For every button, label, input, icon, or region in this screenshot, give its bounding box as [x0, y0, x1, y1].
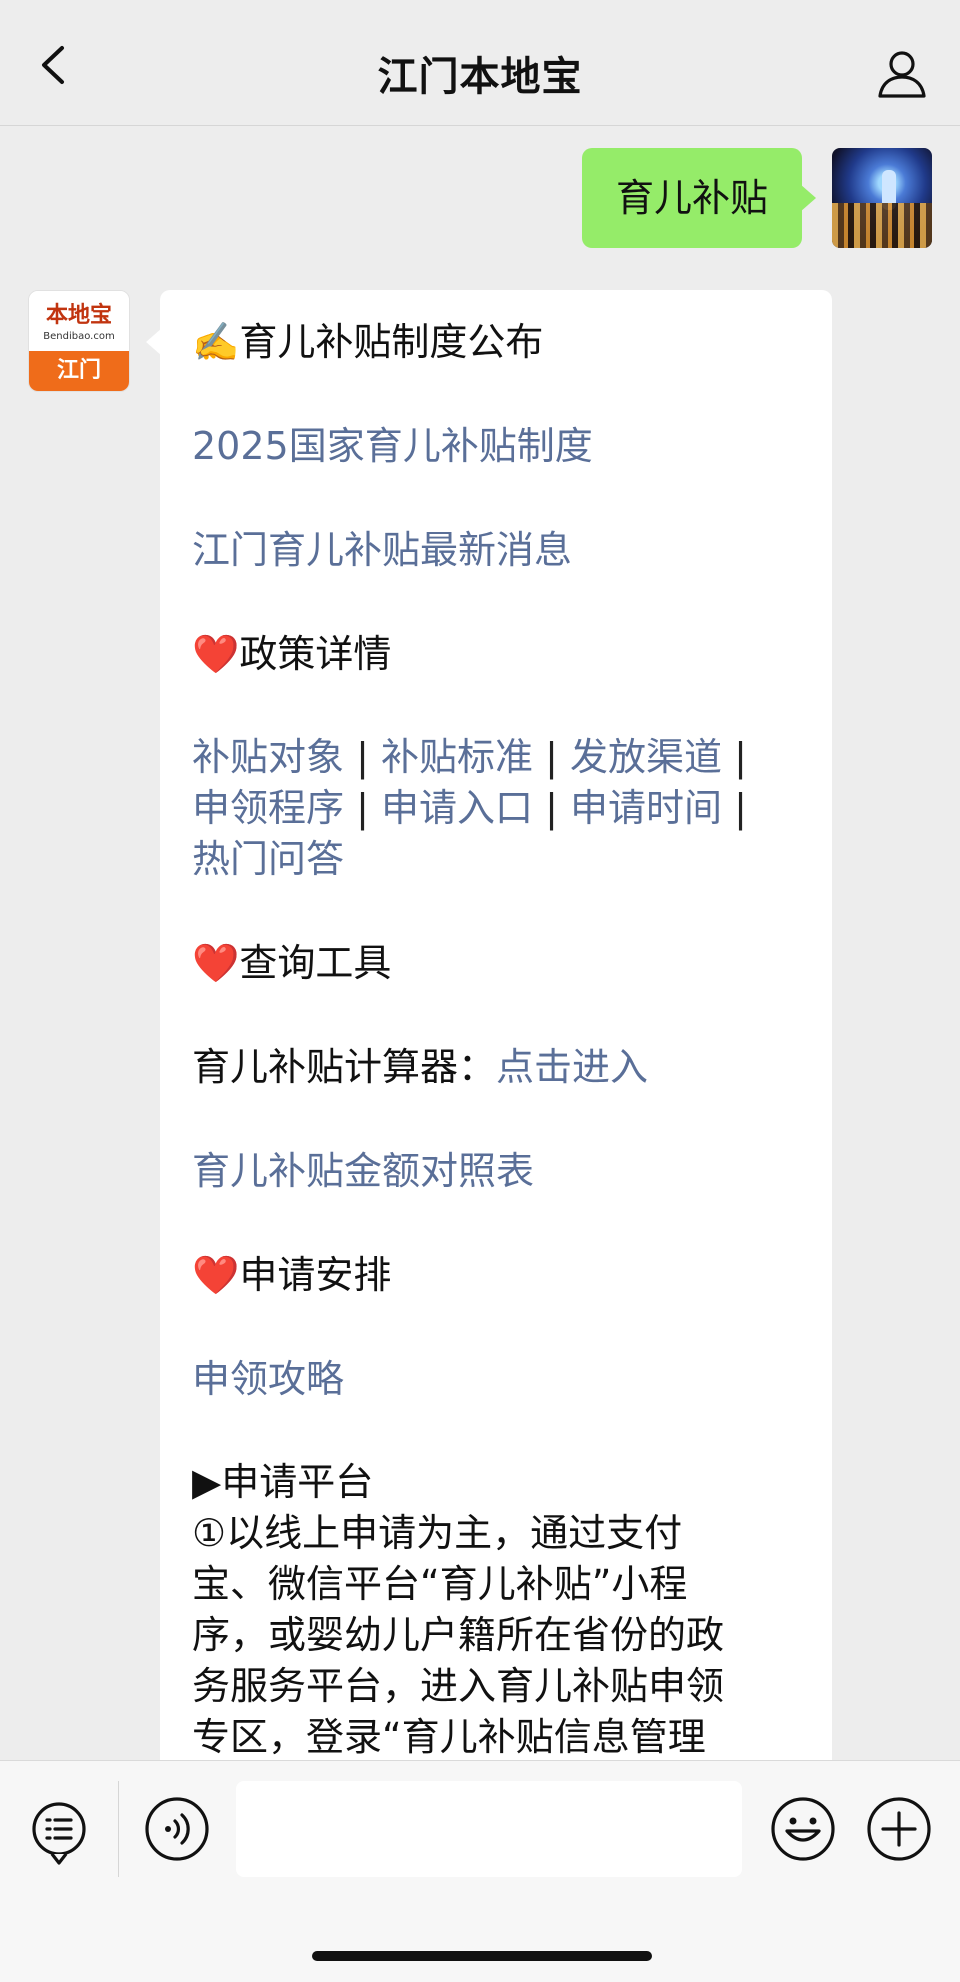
link-application-entry[interactable]: 申请入口	[381, 786, 533, 830]
platform-text-line: 务服务平台，进入育儿补贴申领	[192, 1664, 725, 1708]
received-message-bubble: ✍️育儿补贴制度公布 2025国家育儿补贴制度 江门育儿补贴最新消息 ❤️政策详…	[160, 290, 832, 1790]
separator: |	[734, 786, 747, 830]
avatar-logo-top: 本地宝 Bendibao.com	[29, 291, 129, 353]
separator: |	[356, 735, 369, 779]
link-application-guide[interactable]: 申领攻略	[192, 1353, 802, 1405]
link-subsidy-standard[interactable]: 补贴标准	[381, 735, 533, 779]
heart-icon: ❤️	[192, 632, 240, 676]
platform-heading: ▶申请平台	[192, 1460, 374, 1504]
home-indicator[interactable]	[312, 1951, 652, 1961]
logo-city-text: 江门	[29, 351, 129, 391]
section-query-tools: ❤️查询工具	[192, 937, 802, 989]
logo-main-text: 本地宝	[45, 303, 112, 328]
input-divider	[118, 1781, 119, 1877]
section-application: ❤️申请安排	[192, 1249, 802, 1301]
platform-text-line: ①以线上申请为主，通过支付	[192, 1511, 683, 1555]
chat-header: 江门本地宝	[0, 0, 960, 126]
link-application-procedure[interactable]: 申领程序	[192, 786, 344, 830]
section-title: 申请安排	[239, 1253, 392, 1297]
platform-text-line: 专区，登录“育儿补贴信息管理	[192, 1715, 706, 1759]
section-policy-details: ❤️政策详情	[192, 628, 802, 680]
link-national-policy[interactable]: 2025国家育儿补贴制度	[192, 420, 802, 472]
message-heading: ✍️育儿补贴制度公布	[192, 320, 544, 364]
avatar-crowd	[832, 203, 932, 248]
chat-title: 江门本地宝	[377, 54, 583, 100]
heart-icon: ❤️	[192, 941, 240, 985]
link-local-news[interactable]: 江门育儿补贴最新消息	[192, 524, 802, 576]
logo-sub-text: Bendibao.com	[43, 331, 115, 342]
link-subsidy-target[interactable]: 补贴对象	[192, 735, 344, 779]
person-icon[interactable]	[874, 46, 930, 102]
link-application-time[interactable]: 申请时间	[570, 786, 722, 830]
platform-text-line: 宝、微信平台“育儿补贴”小程	[192, 1562, 688, 1606]
voice-icon[interactable]	[144, 1796, 210, 1862]
link-amount-table[interactable]: 育儿补贴金额对照表	[192, 1145, 802, 1197]
separator: |	[356, 786, 369, 830]
link-faq[interactable]: 热门问答	[192, 837, 344, 881]
separator: |	[734, 735, 747, 779]
bot-avatar[interactable]: 本地宝 Bendibao.com 江门	[28, 290, 130, 392]
policy-links: 补贴对象 | 补贴标准 | 发放渠道 | 申领程序 | 申请入口 | 申请时间 …	[192, 732, 802, 885]
sent-message-bubble[interactable]: 育儿补贴	[581, 148, 817, 248]
message-input[interactable]	[236, 1781, 742, 1877]
plus-circle-icon[interactable]	[866, 1796, 932, 1862]
menu-list-icon[interactable]	[28, 1801, 94, 1867]
user-avatar[interactable]	[832, 148, 932, 248]
link-payment-channel[interactable]: 发放渠道	[570, 735, 722, 779]
section-title: 政策详情	[239, 632, 392, 676]
calculator-line: 育儿补贴计算器：点击进入	[192, 1041, 802, 1093]
section-title: 查询工具	[239, 941, 392, 985]
heart-icon: ❤️	[192, 1253, 240, 1297]
emoji-icon[interactable]	[770, 1796, 836, 1862]
separator: |	[545, 786, 558, 830]
chat-input-bar	[0, 1760, 960, 1982]
platform-text-line: 序，或婴幼儿户籍所在省份的政	[192, 1613, 725, 1657]
separator: |	[545, 735, 558, 779]
calculator-label: 育儿补贴计算器：	[192, 1045, 497, 1089]
link-calculator[interactable]: 点击进入	[496, 1045, 648, 1089]
